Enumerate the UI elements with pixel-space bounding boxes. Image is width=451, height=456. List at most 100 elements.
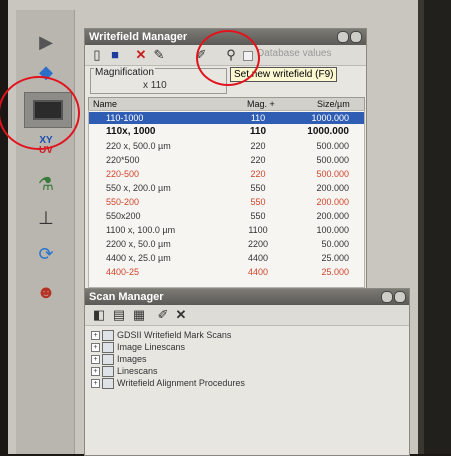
- monitor-bezel: [418, 0, 451, 454]
- table-row[interactable]: 220-500 220 500.000: [89, 168, 364, 180]
- tree-item-label: Images: [117, 354, 147, 364]
- expand-icon[interactable]: +: [91, 343, 100, 352]
- tree-item[interactable]: + Image Linescans: [89, 341, 245, 353]
- tree-item-label: Image Linescans: [117, 342, 186, 352]
- user-icon[interactable]: ☻: [28, 278, 64, 306]
- annotation-circle-top: [196, 30, 260, 86]
- minimize-icon[interactable]: [337, 31, 349, 43]
- database-values-label: Database values: [257, 48, 332, 59]
- image-icon: [102, 354, 114, 365]
- table-row[interactable]: 1100 x, 100.0 µm 1100 100.000: [89, 224, 364, 236]
- close-icon[interactable]: [350, 31, 362, 43]
- delete-icon[interactable]: ✕: [133, 47, 149, 62]
- row-mag: 4400: [247, 253, 269, 263]
- row-size: 500.000: [316, 141, 349, 151]
- pencil-icon[interactable]: ✐: [155, 307, 171, 322]
- expand-icon[interactable]: +: [91, 331, 100, 340]
- scan-manager-title: Scan Manager: [89, 291, 164, 303]
- row-name: 110-1000: [106, 113, 144, 123]
- row-size: 1000.000: [311, 113, 349, 123]
- delete-icon[interactable]: ✕: [173, 307, 189, 322]
- save-icon[interactable]: ■: [107, 47, 123, 62]
- table-row[interactable]: 220*500 220 500.000: [89, 154, 364, 166]
- scan-manager-toolbar: ◧ ▤ ▦ ✐ ✕: [85, 305, 409, 326]
- col-size[interactable]: Size/µm: [317, 98, 350, 110]
- row-name: 220*500: [106, 155, 140, 165]
- tree-item-label: Writefield Alignment Procedures: [117, 378, 245, 388]
- open-icon[interactable]: ◧: [91, 307, 107, 322]
- scan-tree: + GDSII Writefield Mark Scans + Image Lines…: [89, 329, 245, 389]
- row-size: 100.000: [316, 225, 349, 235]
- row-name: 220 x, 500.0 µm: [106, 141, 171, 151]
- tree-item[interactable]: + Writefield Alignment Procedures: [89, 377, 245, 389]
- row-mag: 110: [250, 113, 266, 123]
- table-row[interactable]: 220 x, 500.0 µm 220 500.000: [89, 140, 364, 152]
- row-size: 25.000: [321, 253, 349, 263]
- row-mag: 1100: [248, 225, 268, 235]
- writefield-list: 110-1000 110 1000.000 110x, 1000 110 1000.000…: [88, 110, 365, 288]
- line-icon: [102, 366, 114, 377]
- row-name: 4400 x, 25.0 µm: [106, 253, 171, 263]
- edit-icon[interactable]: ✎: [151, 47, 167, 62]
- row-mag: 2200: [247, 239, 269, 249]
- expand-icon[interactable]: +: [91, 355, 100, 364]
- scan-manager-titlebar: Scan Manager: [85, 289, 409, 305]
- table-row[interactable]: 110x, 1000 110 1000.000: [89, 126, 364, 138]
- row-size: 50.000: [321, 239, 349, 249]
- col-mag[interactable]: Mag. +: [247, 98, 275, 110]
- pattern-icon[interactable]: ⚗: [28, 170, 64, 198]
- row-mag: 220: [250, 169, 266, 179]
- microscope-icon[interactable]: ⊥: [28, 204, 64, 232]
- list-header: Name Mag. + Size/µm: [88, 97, 365, 111]
- row-name: 2200 x, 50.0 µm: [106, 239, 171, 249]
- row-name: 550 x, 200.0 µm: [106, 183, 171, 193]
- row-size: 200.000: [316, 183, 349, 193]
- row-mag: 550: [250, 197, 266, 207]
- globe-icon[interactable]: ⟳: [28, 240, 64, 268]
- play-icon[interactable]: ▶: [28, 28, 64, 56]
- minimize-icon[interactable]: [381, 291, 393, 303]
- row-size: 1000.000: [307, 126, 349, 137]
- table-row[interactable]: 4400-25 4400 25.000: [89, 266, 364, 278]
- close-icon[interactable]: [394, 291, 406, 303]
- row-mag: 110: [249, 126, 267, 137]
- tree-item-label: Linescans: [117, 366, 158, 376]
- table-icon[interactable]: ▦: [131, 307, 147, 322]
- new-icon[interactable]: ▯: [89, 47, 105, 62]
- row-name: 1100 x, 100.0 µm: [106, 225, 176, 235]
- row-name: 110x, 1000: [106, 126, 156, 137]
- row-size: 200.000: [316, 211, 349, 221]
- table-row[interactable]: 550x200 550 200.000: [89, 210, 364, 222]
- expand-icon[interactable]: +: [91, 379, 100, 388]
- row-name: 220-500: [106, 169, 140, 179]
- image-icon: [102, 342, 114, 353]
- tree-item[interactable]: + GDSII Writefield Mark Scans: [89, 329, 245, 341]
- expand-icon[interactable]: +: [91, 367, 100, 376]
- row-mag: 4400: [247, 267, 269, 277]
- list-icon[interactable]: ▤: [111, 307, 127, 322]
- row-name: 550x200: [106, 211, 141, 221]
- row-name: 4400-25: [106, 267, 140, 277]
- row-mag: 220: [250, 141, 266, 151]
- row-mag: 550: [250, 211, 266, 221]
- tree-item[interactable]: + Linescans: [89, 365, 245, 377]
- row-size: 25.000: [321, 267, 349, 277]
- magnification-label: Magnification: [94, 67, 155, 78]
- table-row[interactable]: 2200 x, 50.0 µm 2200 50.000: [89, 238, 364, 250]
- row-size: 500.000: [316, 155, 349, 165]
- table-row[interactable]: 4400 x, 25.0 µm 4400 25.000: [89, 252, 364, 264]
- row-name: 550-200: [106, 197, 140, 207]
- tree-item-label: GDSII Writefield Mark Scans: [117, 330, 232, 340]
- table-row[interactable]: 110-1000 110 1000.000: [89, 112, 364, 124]
- table-row[interactable]: 550-200 550 200.000: [89, 196, 364, 208]
- row-size: 500.000: [316, 169, 349, 179]
- grid-icon: [102, 378, 114, 389]
- row-mag: 550: [250, 183, 266, 193]
- col-name[interactable]: Name: [93, 98, 117, 110]
- row-mag: 220: [250, 155, 266, 165]
- table-row[interactable]: 550 x, 200.0 µm 550 200.000: [89, 182, 364, 194]
- scan-manager-window: Scan Manager ◧ ▤ ▦ ✐ ✕ + GDSII Writefield…: [84, 288, 410, 456]
- window-title: Writefield Manager: [89, 31, 188, 43]
- tree-item[interactable]: + Images: [89, 353, 245, 365]
- row-size: 200.000: [316, 197, 349, 207]
